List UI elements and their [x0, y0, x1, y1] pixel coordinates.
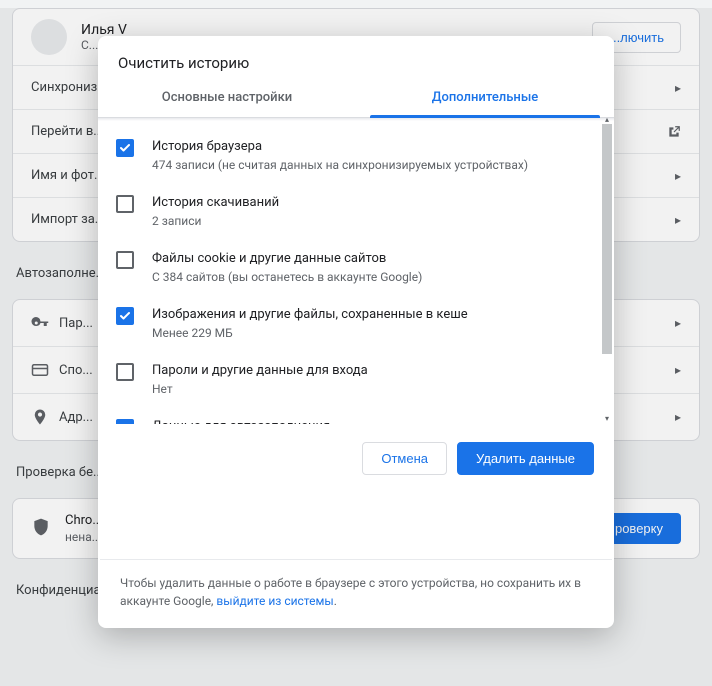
scrollbar-thumb[interactable]	[602, 124, 612, 354]
tab-basic[interactable]: Основные настройки	[98, 78, 356, 117]
checkbox[interactable]	[116, 363, 134, 381]
option-row: Изображения и другие файлы, сохраненные …	[116, 296, 600, 352]
option-row: Файлы cookie и другие данные сайтовС 384…	[116, 240, 600, 296]
option-row: Данные для автозаполнения12 вариантов (д…	[116, 408, 600, 424]
checkbox[interactable]	[116, 419, 134, 424]
clear-data-dialog: Очистить историю Основные настройки Допо…	[98, 36, 614, 628]
modal-overlay: Очистить историю Основные настройки Допо…	[0, 8, 712, 686]
option-title: Файлы cookie и другие данные сайтов	[152, 250, 600, 268]
option-sub: С 384 сайтов (вы останетесь в аккаунте G…	[152, 269, 600, 286]
signout-link[interactable]: выйдите из системы	[216, 594, 333, 608]
cancel-button[interactable]: Отмена	[362, 442, 447, 475]
option-title: История скачиваний	[152, 194, 600, 212]
option-title: Изображения и другие файлы, сохраненные …	[152, 306, 600, 324]
option-row: История браузера474 записи (не считая да…	[116, 128, 600, 184]
checkbox[interactable]	[116, 251, 134, 269]
dialog-footer: Чтобы удалить данные о работе в браузере…	[100, 559, 612, 628]
checkbox[interactable]	[116, 195, 134, 213]
option-sub: Менее 229 МБ	[152, 325, 600, 342]
confirm-button[interactable]: Удалить данные	[457, 442, 594, 475]
option-sub: 2 записи	[152, 213, 600, 230]
option-title: Пароли и другие данные для входа	[152, 362, 600, 380]
option-row: Пароли и другие данные для входаНет	[116, 352, 600, 408]
tab-advanced[interactable]: Дополнительные	[356, 78, 614, 117]
options-scroll[interactable]: ▴ История браузера474 записи (не считая …	[98, 118, 614, 424]
option-title: История браузера	[152, 138, 600, 156]
scroll-down-icon[interactable]: ▾	[602, 414, 612, 423]
dialog-tabs: Основные настройки Дополнительные	[98, 78, 614, 118]
option-sub: Нет	[152, 381, 600, 398]
option-row: История скачиваний2 записи	[116, 184, 600, 240]
option-sub: 474 записи (не считая данных на синхрони…	[152, 157, 600, 174]
dialog-actions: Отмена Удалить данные	[98, 424, 614, 483]
option-title: Данные для автозаполнения	[152, 418, 600, 424]
dialog-title: Очистить историю	[98, 36, 614, 78]
checkbox[interactable]	[116, 307, 134, 325]
checkbox[interactable]	[116, 139, 134, 157]
